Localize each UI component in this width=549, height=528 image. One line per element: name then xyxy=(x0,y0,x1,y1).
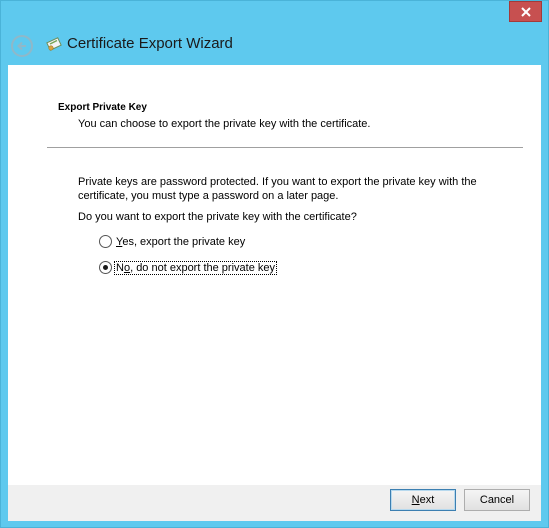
info-paragraph: Private keys are password protected. If … xyxy=(78,176,477,202)
close-icon xyxy=(520,6,531,17)
wizard-content: Export Private Key You can choose to exp… xyxy=(8,65,541,485)
radio-selected-dot xyxy=(103,265,108,270)
radio-option-yes[interactable]: Yes, export the private key xyxy=(99,235,246,248)
divider xyxy=(47,147,523,148)
radio-option-no[interactable]: No, do not export the private key xyxy=(99,260,277,275)
window-title: Certificate Export Wizard xyxy=(67,35,233,52)
wizard-footer: Next Cancel xyxy=(8,485,541,521)
next-button[interactable]: Next xyxy=(390,489,456,511)
radio-button-yes[interactable] xyxy=(99,235,112,248)
close-button[interactable] xyxy=(509,1,542,22)
page-heading: Export Private Key xyxy=(58,102,147,113)
page-subheading: You can choose to export the private key… xyxy=(78,118,371,130)
export-question: Do you want to export the private key wi… xyxy=(78,211,357,223)
wizard-window: Certificate Export Wizard Export Private… xyxy=(0,0,549,528)
radio-label-yes[interactable]: Yes, export the private key xyxy=(115,236,246,248)
wizard-header: Certificate Export Wizard xyxy=(1,23,548,65)
cancel-button[interactable]: Cancel xyxy=(464,489,530,511)
radio-label-no[interactable]: No, do not export the private key xyxy=(114,260,277,275)
certificate-icon xyxy=(46,37,62,51)
radio-button-no[interactable] xyxy=(99,261,112,274)
back-arrow-icon xyxy=(17,41,26,51)
back-button[interactable] xyxy=(11,35,33,57)
